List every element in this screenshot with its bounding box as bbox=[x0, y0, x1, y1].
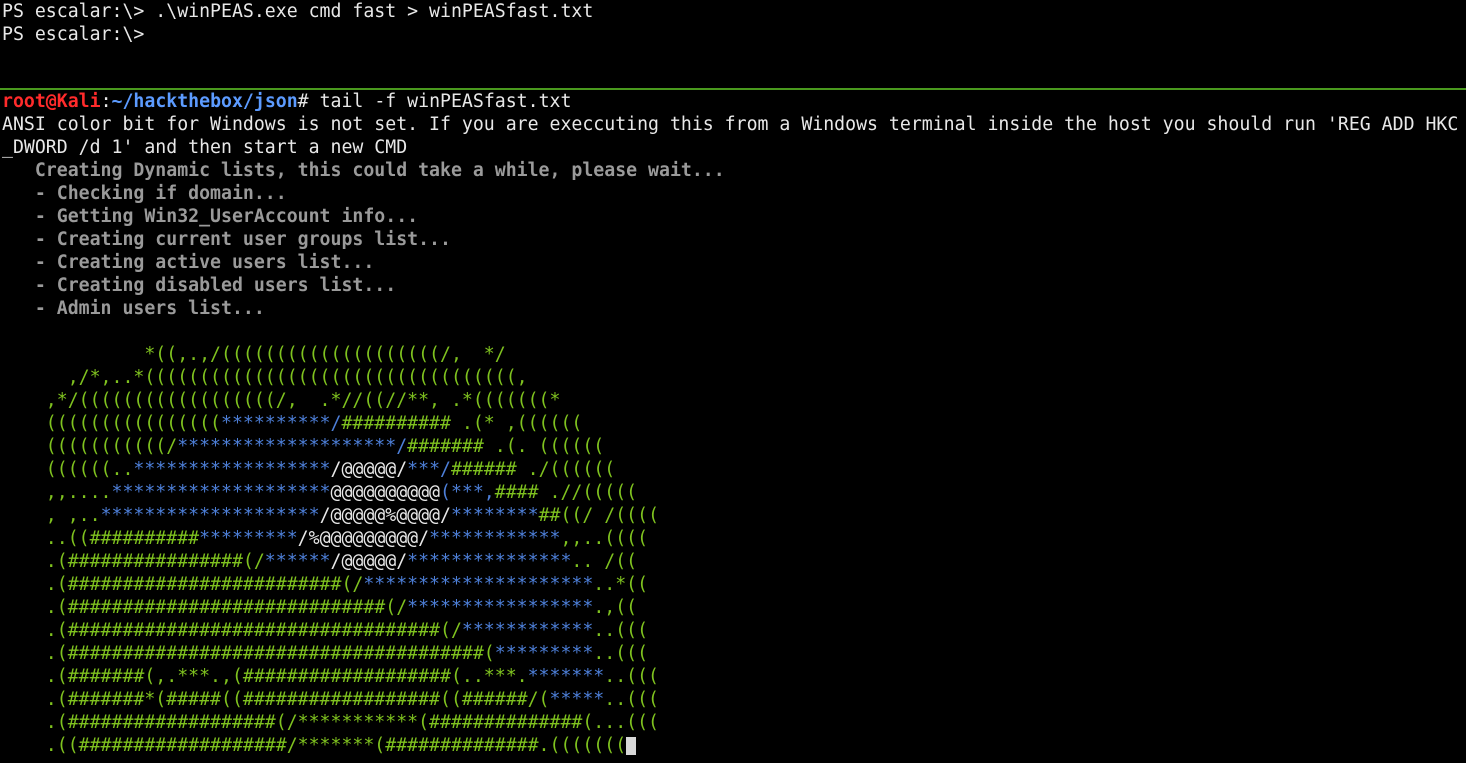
top-terminal-pane[interactable]: PS escalar:\> .\winPEAS.exe cmd fast > w… bbox=[0, 0, 1466, 88]
ascii-art-segment: ###### ./(((((( bbox=[450, 459, 616, 480]
ascii-art-segment: @@@@@@@@@@ bbox=[330, 482, 441, 503]
ascii-art-segment: /%@@@@@@@@@/ bbox=[297, 528, 430, 549]
ascii-art-line: ,*/((((((((((((((((((/, .*//((//**, .*((… bbox=[0, 389, 1466, 412]
ascii-art-segment: #### .//((((( bbox=[494, 482, 638, 503]
ascii-art-line: .(#############################(/*******… bbox=[0, 596, 1466, 619]
ascii-art-segment: (((((((((((((((( bbox=[2, 413, 221, 434]
ascii-art-line: .(#######(,.***.,(###################(..… bbox=[0, 665, 1466, 688]
ascii-art-segment: ((((((.. bbox=[2, 459, 134, 480]
ascii-art-segment: ..((( bbox=[593, 620, 649, 641]
ascii-art-line: (((((((((((/********************/#######… bbox=[0, 435, 1466, 458]
ascii-art-segment: ************ bbox=[429, 528, 561, 549]
ascii-art-line: ,/*,..*(((((((((((((((((((((((((((((((((… bbox=[0, 366, 1466, 389]
ascii-art-segment: ..*(( bbox=[593, 574, 649, 595]
progress-line: - Creating current user groups list... bbox=[2, 229, 451, 250]
progress-line: - Creating disabled users list... bbox=[2, 275, 397, 296]
ascii-art-segment: ******************** bbox=[100, 505, 320, 526]
ascii-art-segment: ************ bbox=[461, 620, 594, 641]
ascii-art-segment: ***/ bbox=[407, 459, 451, 480]
ascii-art-line: ..((##########*********/%@@@@@@@@@/*****… bbox=[0, 527, 1466, 550]
prompt-command: tail -f winPEASfast.txt bbox=[308, 91, 572, 112]
shell-prompt-line: root@Kali:~/hackthebox/json# tail -f win… bbox=[0, 90, 1466, 113]
ascii-art-segment: *((,.,/((((((((((((((((((((/, */ bbox=[2, 344, 506, 365]
prompt-separator: : bbox=[100, 91, 112, 112]
ascii-art-segment: (***, bbox=[440, 482, 495, 503]
ascii-art-segment: ####### .(. (((((( bbox=[407, 436, 605, 457]
top-line-command: PS escalar:\> .\winPEAS.exe cmd fast > w… bbox=[2, 1, 594, 22]
output-line: _DWORD /d 1' and then start a new CMD bbox=[2, 137, 408, 158]
progress-line: - Creating active users list... bbox=[2, 252, 375, 273]
ascii-art-segment: ..((########## bbox=[2, 528, 200, 549]
prompt-path: ~/hackthebox/json bbox=[111, 91, 298, 112]
ascii-art-segment: .(################(/ bbox=[2, 551, 265, 572]
ascii-art-segment: .(#############################(/ bbox=[2, 597, 408, 618]
ascii-art-segment: ********* bbox=[199, 528, 298, 549]
progress-line: Creating Dynamic lists, this could take … bbox=[2, 160, 725, 181]
ascii-art-segment: ##((/ /(((( bbox=[538, 505, 660, 526]
progress-line: - Checking if domain... bbox=[2, 183, 287, 204]
prompt-user-host: root@Kali bbox=[2, 91, 101, 112]
ascii-art-line: .(###################(/***********(#####… bbox=[0, 711, 1466, 734]
ascii-art-line: .(#######*(#####((##################((##… bbox=[0, 688, 1466, 711]
ascii-art-line: ((((((((((((((((**********/########## .(… bbox=[0, 412, 1466, 435]
ascii-art-segment: ********************* bbox=[363, 574, 594, 595]
prompt-symbol: # bbox=[297, 91, 309, 112]
ascii-art-segment: ***** bbox=[549, 689, 605, 710]
terminal-cursor bbox=[626, 737, 637, 755]
output-line: ANSI color bit for Windows is not set. I… bbox=[2, 114, 1459, 135]
ascii-art-segment: .(#######(,.***.,(###################(..… bbox=[2, 666, 528, 687]
ascii-art-segment: .. /(( bbox=[571, 551, 638, 572]
ascii-art-line: .((###################/*******(#########… bbox=[0, 734, 1466, 757]
ascii-art-segment: ****************** bbox=[133, 459, 331, 480]
ascii-art-line: ((((((..******************/@@@@@/***/###… bbox=[0, 458, 1466, 481]
top-line-prompt: PS escalar:\> bbox=[2, 24, 145, 45]
ascii-art-segment: , ,.. bbox=[2, 505, 101, 526]
ascii-art-segment: ..((( bbox=[604, 689, 659, 710]
ascii-art-segment: ******************** bbox=[111, 482, 331, 503]
bottom-terminal-pane[interactable]: root@Kali:~/hackthebox/json# tail -f win… bbox=[0, 90, 1466, 763]
ascii-art-segment: ******* bbox=[527, 666, 605, 687]
ascii-art-segment: ..((( bbox=[604, 666, 659, 687]
ascii-art-line: *((,.,/((((((((((((((((((((/, */ bbox=[0, 343, 1466, 366]
ascii-art-segment: ########## .(* ,(((((( bbox=[341, 413, 583, 434]
ascii-art-segment: ****** bbox=[264, 551, 331, 572]
ascii-art-segment: ********* bbox=[494, 643, 594, 664]
ascii-art-segment: .(#######*(#####((##################((##… bbox=[2, 689, 550, 710]
ascii-art-segment: (((((((((((/ bbox=[2, 436, 178, 457]
progress-line: - Getting Win32_UserAccount info... bbox=[2, 206, 419, 227]
ascii-art-segment: ,*/((((((((((((((((((/, .*//((//**, .*((… bbox=[2, 390, 561, 411]
ascii-art-segment: ..((( bbox=[593, 643, 649, 664]
ascii-art-segment: .,(( bbox=[593, 597, 638, 618]
ascii-art-segment: /@@@@@%@@@@/ bbox=[319, 505, 451, 526]
ascii-art-segment: ,,..(((( bbox=[560, 528, 649, 549]
ascii-art-segment: .(##################################(/ bbox=[2, 620, 462, 641]
ascii-art-line: ,,....********************@@@@@@@@@@(***… bbox=[0, 481, 1466, 504]
ascii-art-segment: .(#########################(/ bbox=[2, 574, 364, 595]
ascii-art-line: .(#########################(/***********… bbox=[0, 573, 1466, 596]
ascii-art-segment: .(######################################… bbox=[2, 643, 495, 664]
ascii-art-segment: **********/ bbox=[221, 413, 342, 434]
ascii-art-segment: ******** bbox=[450, 505, 539, 526]
progress-line: - Admin users list... bbox=[2, 298, 265, 319]
ascii-art-line: .(################(/******/@@@@@/*******… bbox=[0, 550, 1466, 573]
ascii-art-segment: ***************** bbox=[407, 597, 594, 618]
ascii-art-segment: /@@@@@/ bbox=[330, 459, 408, 480]
ascii-art-segment: .((###################/*******(#########… bbox=[2, 735, 627, 756]
ascii-art-line: .(##################################(/**… bbox=[0, 619, 1466, 642]
ascii-art-segment: ,/*,..*(((((((((((((((((((((((((((((((((… bbox=[2, 367, 528, 388]
ascii-art-segment: /@@@@@/ bbox=[330, 551, 408, 572]
ascii-art-segment: ,,.... bbox=[2, 482, 112, 503]
ascii-art-segment: ********************/ bbox=[177, 436, 408, 457]
ascii-art-line: , ,..********************/@@@@@%@@@@/***… bbox=[0, 504, 1466, 527]
ascii-art-segment: *************** bbox=[407, 551, 572, 572]
ascii-art-banner: *((,.,/((((((((((((((((((((/, */ ,/*,..*… bbox=[0, 343, 1466, 757]
ascii-art-line: .(######################################… bbox=[0, 642, 1466, 665]
ascii-art-segment: .(###################(/***********(#####… bbox=[2, 712, 659, 733]
